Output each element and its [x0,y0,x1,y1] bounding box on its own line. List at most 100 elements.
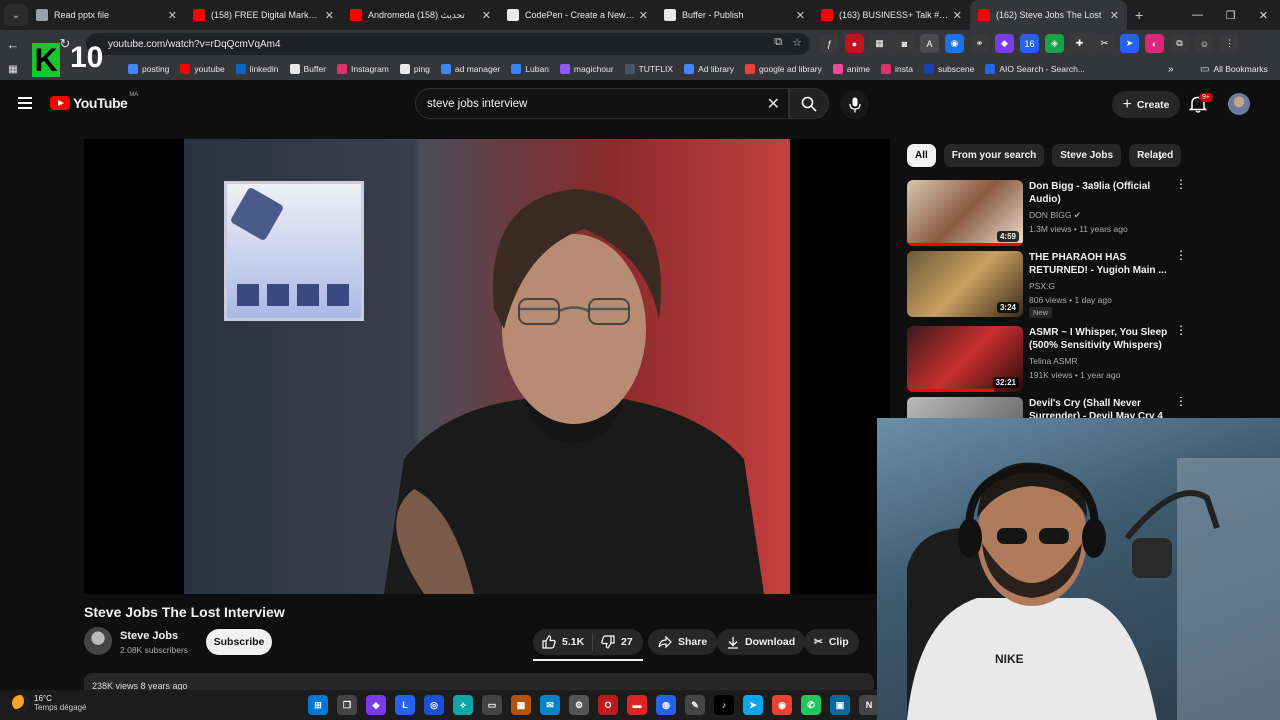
whatsapp-icon[interactable]: ✆ [801,695,821,715]
like-button[interactable]: 5.1K [533,633,593,651]
browser-tab[interactable]: Andromeda تحديث (158) ✕ [342,0,499,30]
bookmark-item[interactable]: youtube [180,64,225,74]
app-l-icon[interactable]: L [395,695,415,715]
weather-widget[interactable]: 16°C Temps dégagé [12,694,86,712]
bookmark-item[interactable]: Ad library [684,64,734,74]
tab-close-icon[interactable]: ✕ [796,9,805,22]
bookmark-item[interactable]: ad manager [440,64,500,74]
extension-text-icon[interactable]: A [920,34,939,53]
bookmark-item[interactable]: Buffer [289,64,326,74]
account-avatar[interactable] [1228,93,1250,115]
dislike-button[interactable]: 27 [593,635,633,649]
clip-button[interactable]: ✂ Clip [804,629,859,655]
browser-tab[interactable]: CodePen - Create a New Pen ✕ [499,0,656,30]
recommended-channel[interactable]: Telina ASMR [1029,356,1078,366]
search-button[interactable] [789,88,829,119]
extension-scissors-icon[interactable]: ✂ [1095,34,1114,53]
extension-link-icon[interactable]: ⚭ [970,34,989,53]
tab-close-icon[interactable]: ✕ [1110,9,1119,22]
tab-close-icon[interactable]: ✕ [953,9,962,22]
extension-badge-icon[interactable]: 16 [1020,34,1039,53]
back-button[interactable]: ← [0,37,26,52]
video-player[interactable] [84,139,890,594]
extension-grid-icon[interactable]: ▦ [870,34,889,53]
video-thumbnail[interactable]: 3:24 [907,251,1023,317]
tab-search-button[interactable]: ⌄ [4,4,28,26]
filter-chip[interactable]: From your search [943,144,1045,167]
subscribe-button[interactable]: Subscribe [206,629,272,655]
browser-tab[interactable]: Read pptx file ✕ [28,0,185,30]
more-options-icon[interactable]: ⋮ [1175,178,1187,190]
bookmark-item[interactable]: ping [399,64,430,74]
task-view-icon[interactable]: ❐ [337,695,357,715]
extension-arrow-icon[interactable]: ➤ [1120,34,1139,53]
store-icon[interactable]: ▦ [511,695,531,715]
extension-blue-icon[interactable]: ◉ [945,34,964,53]
restore-button[interactable]: ❐ [1214,9,1247,22]
chrome-icon[interactable]: ◉ [772,695,792,715]
recommended-channel[interactable]: PSX:G [1029,281,1055,291]
mail-icon[interactable]: ✉ [540,695,560,715]
filter-chip[interactable]: Related [1129,144,1182,167]
close-window-button[interactable]: ✕ [1247,9,1280,22]
extensions-menu-icon[interactable]: ⧉ [1170,34,1189,53]
video-thumbnail[interactable] [907,397,1023,418]
start-windows-icon[interactable]: ⊞ [308,695,328,715]
bookmark-item[interactable]: google ad library [745,64,822,74]
recommended-channel[interactable]: DON BIGG ✔ [1029,210,1081,221]
more-options-icon[interactable]: ⋮ [1175,249,1187,261]
bookmark-item[interactable]: insta [881,64,913,74]
new-tab-button[interactable]: + [1135,7,1143,23]
create-button[interactable]: + Create [1112,91,1180,118]
clear-search-icon[interactable]: ✕ [767,94,780,114]
channel-avatar[interactable] [84,627,112,655]
app-n-icon[interactable]: N [859,695,879,715]
extension-purple-icon[interactable]: ◆ [995,34,1014,53]
browser-tab[interactable]: (162) Steve Jobs The Lost ✕ [970,0,1127,30]
channel-name[interactable]: Steve Jobs [120,630,178,642]
bookmark-item[interactable]: posting [128,64,169,74]
all-bookmarks-folder[interactable]: ▭ All Bookmarks [1200,64,1268,75]
share-button[interactable]: Share [648,629,718,655]
video-thumbnail[interactable]: 4:59 [907,180,1023,246]
search-input[interactable]: steve jobs interview ✕ [415,88,789,119]
video-thumbnail[interactable]: 32:21 [907,326,1023,392]
extension-camera-icon[interactable]: ◙ [895,34,914,53]
recommended-video[interactable]: 32:21 ASMR ~ I Whisper, You Sleep (500% S… [907,324,1187,392]
extension-pink-icon[interactable]: ◐ [1145,34,1164,53]
telegram-icon[interactable]: ➤ [743,695,763,715]
browser-tab[interactable]: (163) BUSINESS+ Talk #57 | 6 ✕ [813,0,970,30]
bookmark-item[interactable]: magichour [559,64,614,74]
extension-fx-icon[interactable]: ƒ [820,34,839,53]
filter-chip[interactable]: Steve Jobs [1052,144,1122,167]
recommended-video[interactable]: 3:24 THE PHARAOH HAS RETURNED! - Yugioh M… [907,249,1187,318]
bookmark-item[interactable]: anime [832,64,870,74]
more-options-icon[interactable]: ⋮ [1175,324,1187,336]
photos-icon[interactable]: ▣ [830,695,850,715]
opera-icon[interactable]: O [598,695,618,715]
youtube-logo[interactable]: YouTube MA [50,92,138,111]
tab-close-icon[interactable]: ✕ [325,9,334,22]
tab-close-icon[interactable]: ✕ [168,9,177,22]
recommended-video[interactable]: Devil's Cry (Shall Never Surrender) - De… [907,397,1187,418]
omnibox[interactable]: youtube.com/watch?v=rDqQcmVqAm4 ⧉ ☆ [86,33,810,55]
install-app-icon[interactable]: ⧉ [774,36,782,49]
app-red-icon[interactable]: ▬ [627,695,647,715]
app-window-icon[interactable]: ▭ [482,695,502,715]
settings-gear-icon[interactable]: ⚙ [569,695,589,715]
extension-puzzle-icon[interactable]: ✚ [1070,34,1089,53]
recommended-video[interactable]: 4:59 Don Bigg - 3a9lia (Official Audio) DO… [907,178,1187,246]
app-blue-icon[interactable]: ◎ [424,695,444,715]
voice-search-button[interactable] [840,90,869,119]
app-globe-icon[interactable]: ◍ [656,695,676,715]
profile-icon[interactable]: ☺ [1195,34,1214,53]
menu-hamburger-icon[interactable] [18,97,32,109]
tab-close-icon[interactable]: ✕ [639,9,648,22]
browser-tab[interactable]: Buffer - Publish ✕ [656,0,813,30]
extension-green-icon[interactable]: ◈ [1045,34,1064,53]
tab-close-icon[interactable]: ✕ [482,9,491,22]
apps-grid-icon[interactable]: ▦ [0,64,26,75]
app-teal-icon[interactable]: ⟡ [453,695,473,715]
bookmark-item[interactable]: Luban [511,64,549,74]
filter-chip[interactable]: All [907,144,936,167]
